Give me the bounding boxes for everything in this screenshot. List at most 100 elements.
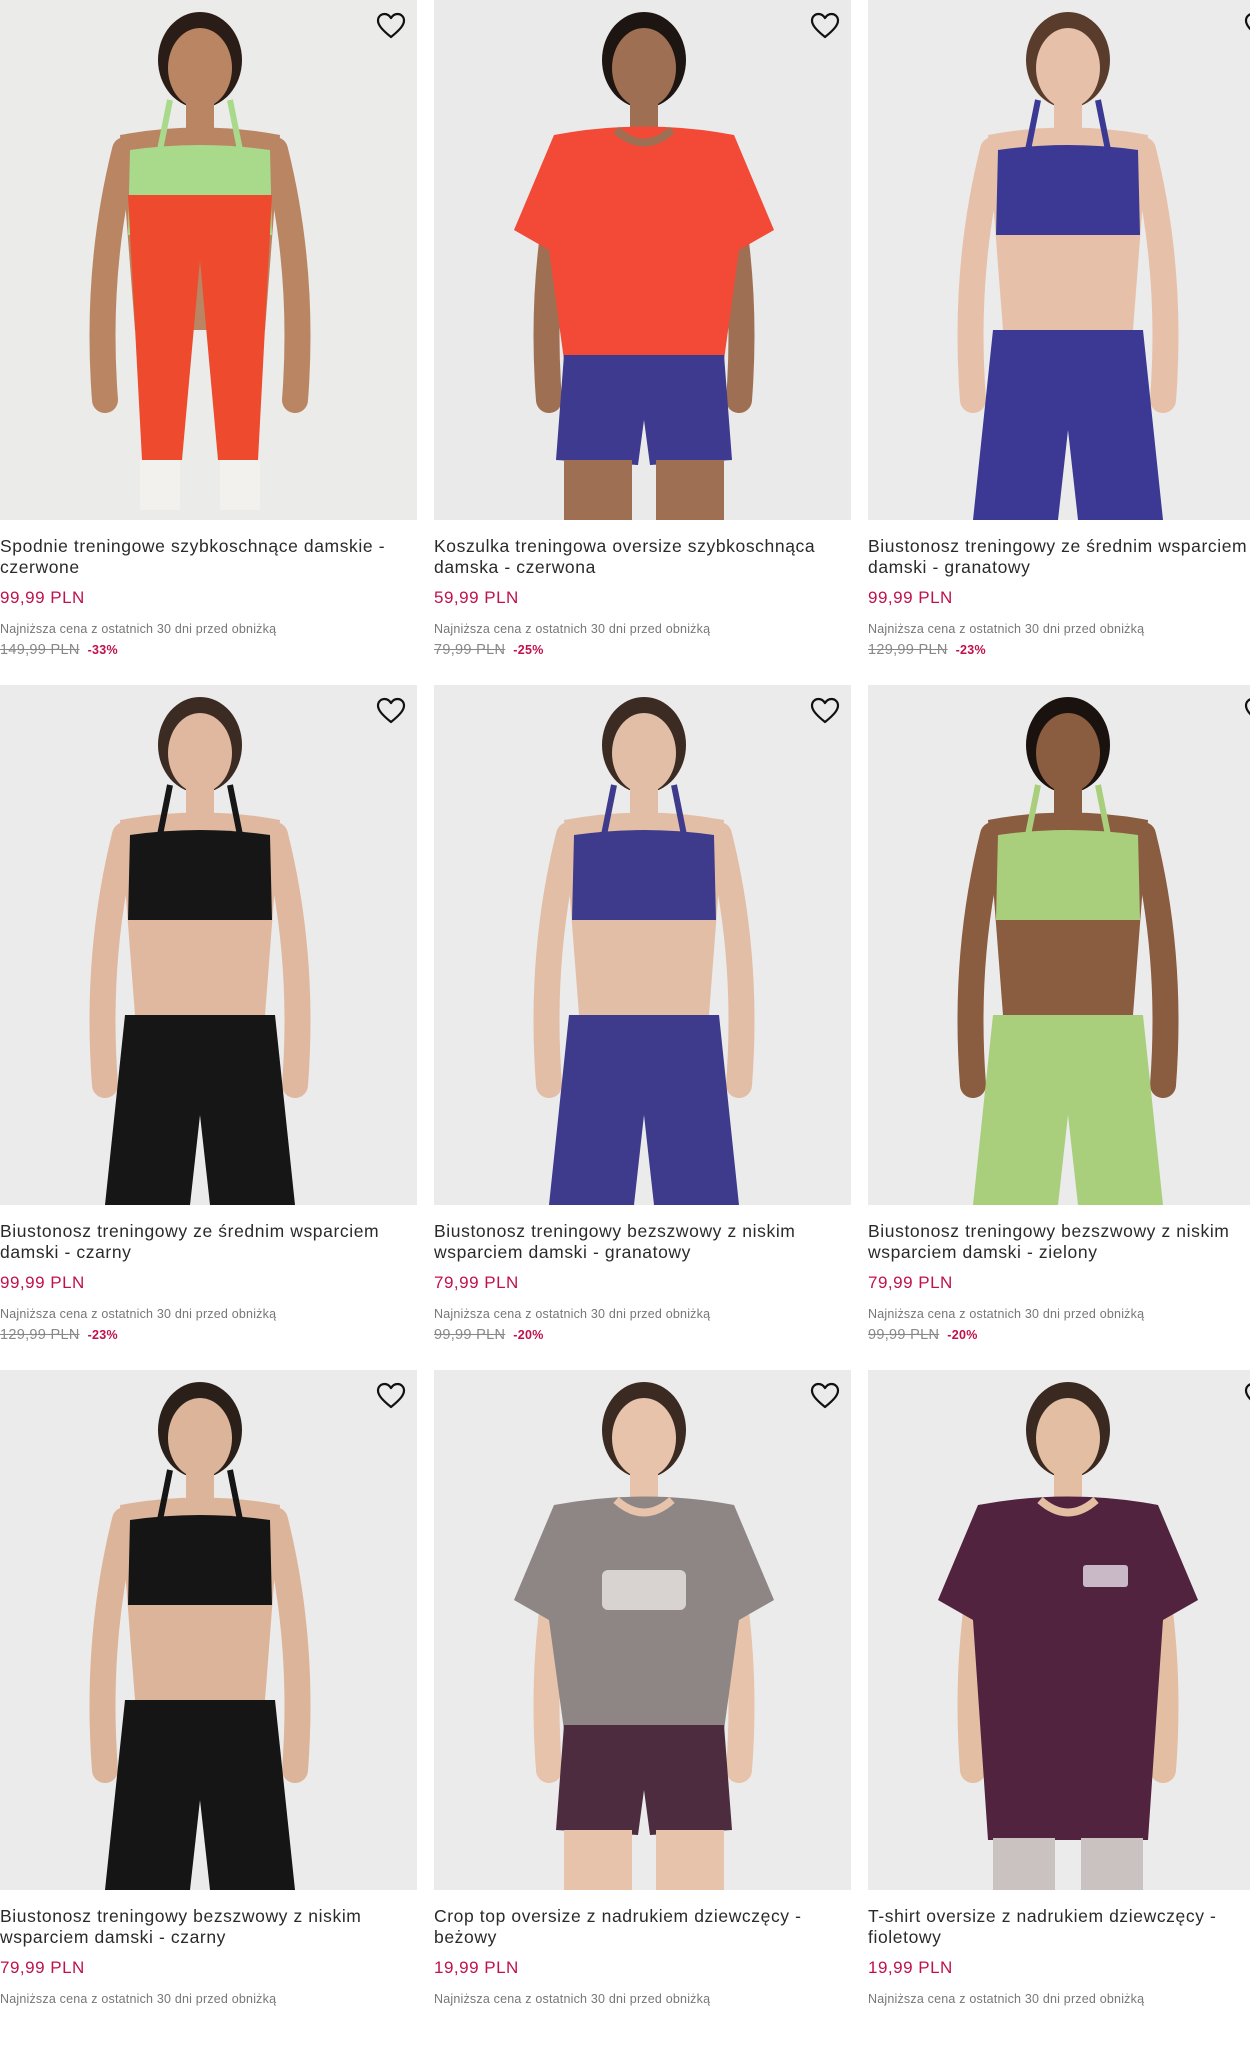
product-photo (0, 0, 417, 520)
product-name-line1[interactable]: Spodnie treningowe szybkoschnące damskie… (0, 536, 430, 557)
product-card[interactable]: Biustonosz treningowy bezszwowy z niskim… (434, 685, 851, 1370)
lowest-price-label: Najniższa cena z ostatnich 30 dni przed … (868, 1992, 1145, 2006)
old-price: 99,99 PLN (434, 1327, 506, 1343)
product-name[interactable]: Biustonosz treningowy bezszwowy z niskim… (868, 1221, 1250, 1263)
heart-icon (810, 12, 840, 39)
product-name-line1[interactable]: T-shirt oversize z nadrukiem dziewczęcy … (868, 1906, 1250, 1927)
discount-badge: -33% (87, 643, 118, 657)
product-name-line1[interactable]: Biustonosz treningowy ze średnim wsparci… (868, 536, 1250, 557)
old-price: 129,99 PLN (0, 1327, 80, 1343)
wishlist-button[interactable] (1241, 1378, 1250, 1414)
lowest-price-label: Najniższa cena z ostatnich 30 dni przed … (868, 622, 1145, 636)
product-price: 99,99 PLN (0, 1273, 85, 1292)
old-price-row: 99,99 PLN -20% (868, 1327, 1250, 1343)
wishlist-button[interactable] (373, 693, 409, 729)
wishlist-button[interactable] (807, 693, 843, 729)
product-name-line2[interactable]: wsparciem damski - granatowy (434, 1242, 864, 1263)
heart-icon (1244, 1383, 1250, 1401)
product-photo (434, 0, 851, 520)
product-name-line2[interactable]: damska - czerwona (434, 557, 864, 578)
product-name[interactable]: T-shirt oversize z nadrukiem dziewczęcy … (868, 1906, 1250, 1948)
wishlist-button[interactable] (1241, 8, 1250, 44)
product-image[interactable] (0, 0, 417, 520)
product-price: 99,99 PLN (868, 588, 953, 607)
old-price-row (434, 2012, 851, 2028)
product-image[interactable] (0, 685, 417, 1205)
product-name[interactable]: Biustonosz treningowy bezszwowy z niskim… (0, 1906, 430, 1948)
product-image[interactable] (868, 0, 1250, 520)
product-name[interactable]: Crop top oversize z nadrukiem dziewczęcy… (434, 1906, 864, 1948)
product-image[interactable] (868, 685, 1250, 1205)
product-image[interactable] (868, 1370, 1250, 1890)
product-name-line1[interactable]: Biustonosz treningowy bezszwowy z niskim (868, 1221, 1250, 1242)
product-card[interactable]: Biustonosz treningowy bezszwowy z niskim… (0, 1370, 417, 2055)
product-name-line2[interactable]: wsparciem damski - zielony (868, 1242, 1250, 1263)
product-name-line2[interactable]: damski - czarny (0, 1242, 430, 1263)
discount-badge: -20% (947, 1328, 978, 1342)
product-photo (0, 685, 417, 1205)
lowest-price-label: Najniższa cena z ostatnich 30 dni przed … (0, 622, 277, 636)
wishlist-button[interactable] (373, 1378, 409, 1414)
product-name-line1[interactable]: Biustonosz treningowy bezszwowy z niskim (434, 1221, 864, 1242)
old-price-row (868, 2012, 1250, 2028)
heart-icon (376, 12, 406, 39)
product-price: 59,99 PLN (434, 588, 519, 607)
old-price: 79,99 PLN (434, 642, 506, 658)
product-image[interactable] (434, 0, 851, 520)
old-price: 149,99 PLN (0, 642, 80, 658)
product-card[interactable]: T-shirt oversize z nadrukiem dziewczęcy … (868, 1370, 1250, 2055)
product-name-line1[interactable]: Crop top oversize z nadrukiem dziewczęcy… (434, 1906, 864, 1927)
product-name-line2[interactable]: czerwone (0, 557, 430, 578)
product-card[interactable]: Biustonosz treningowy ze średnim wsparci… (868, 0, 1250, 685)
product-image[interactable] (434, 1370, 851, 1890)
product-name-line2[interactable]: damski - granatowy (868, 557, 1250, 578)
lowest-price-label: Najniższa cena z ostatnich 30 dni przed … (434, 1992, 711, 2006)
product-name[interactable]: Biustonosz treningowy ze średnim wsparci… (868, 536, 1250, 578)
product-name[interactable]: Spodnie treningowe szybkoschnące damskie… (0, 536, 430, 578)
old-price-row: 129,99 PLN -23% (868, 642, 1250, 658)
wishlist-button[interactable] (1241, 693, 1250, 729)
old-price-row: 129,99 PLN -23% (0, 1327, 417, 1343)
product-photo (434, 1370, 851, 1890)
product-name[interactable]: Biustonosz treningowy ze średnim wsparci… (0, 1221, 430, 1263)
product-image[interactable] (434, 685, 851, 1205)
product-photo (0, 1370, 417, 1890)
lowest-price-label: Najniższa cena z ostatnich 30 dni przed … (0, 1307, 277, 1321)
heart-icon (376, 697, 406, 724)
product-name-line2[interactable]: beżowy (434, 1927, 864, 1948)
discount-badge: -20% (513, 1328, 544, 1342)
wishlist-button[interactable] (807, 8, 843, 44)
heart-icon (810, 697, 840, 724)
product-name-line2[interactable]: fioletowy (868, 1927, 1250, 1948)
product-card[interactable]: Koszulka treningowa oversize szybkoschną… (434, 0, 851, 685)
wishlist-button[interactable] (373, 8, 409, 44)
heart-icon (376, 1382, 406, 1409)
product-price: 79,99 PLN (434, 1273, 519, 1292)
product-card[interactable]: Crop top oversize z nadrukiem dziewczęcy… (434, 1370, 851, 2055)
product-card[interactable]: Biustonosz treningowy ze średnim wsparci… (0, 685, 417, 1370)
product-name-line2[interactable]: wsparciem damski - czarny (0, 1927, 430, 1948)
product-image[interactable] (0, 1370, 417, 1890)
product-price: 79,99 PLN (868, 1273, 953, 1292)
lowest-price-label: Najniższa cena z ostatnich 30 dni przed … (868, 1307, 1145, 1321)
lowest-price-label: Najniższa cena z ostatnich 30 dni przed … (434, 1307, 711, 1321)
product-photo (434, 685, 851, 1205)
product-card[interactable]: Biustonosz treningowy bezszwowy z niskim… (868, 685, 1250, 1370)
product-name-line1[interactable]: Biustonosz treningowy ze średnim wsparci… (0, 1221, 430, 1242)
product-name[interactable]: Biustonosz treningowy bezszwowy z niskim… (434, 1221, 864, 1263)
product-photo (868, 1370, 1250, 1890)
product-name-line1[interactable]: Biustonosz treningowy bezszwowy z niskim (0, 1906, 430, 1927)
old-price-row: 79,99 PLN -25% (434, 642, 851, 658)
lowest-price-label: Najniższa cena z ostatnich 30 dni przed … (0, 1992, 277, 2006)
product-grid: Spodnie treningowe szybkoschnące damskie… (0, 0, 1250, 2055)
product-photo (868, 685, 1250, 1205)
lowest-price-label: Najniższa cena z ostatnich 30 dni przed … (434, 622, 711, 636)
old-price: 99,99 PLN (868, 1327, 940, 1343)
old-price: 129,99 PLN (868, 642, 948, 658)
product-name[interactable]: Koszulka treningowa oversize szybkoschną… (434, 536, 864, 578)
wishlist-button[interactable] (807, 1378, 843, 1414)
product-name-line1[interactable]: Koszulka treningowa oversize szybkoschną… (434, 536, 864, 557)
heart-icon (1244, 698, 1250, 716)
product-card[interactable]: Spodnie treningowe szybkoschnące damskie… (0, 0, 417, 685)
product-price: 19,99 PLN (868, 1958, 953, 1977)
